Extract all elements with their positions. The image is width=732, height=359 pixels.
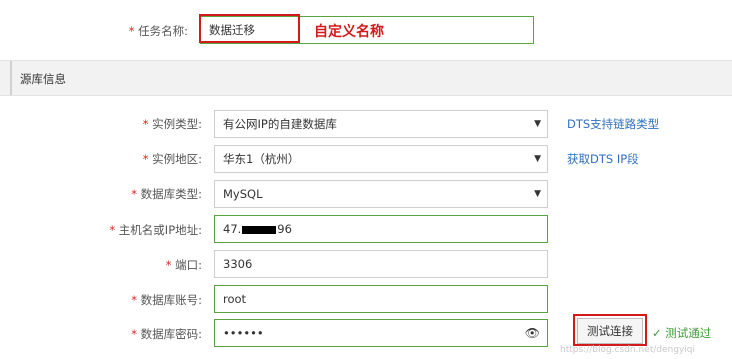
host-label: * 主机名或IP地址: xyxy=(109,223,202,237)
get-dts-ip-link[interactable]: 获取DTS IP段 xyxy=(567,151,639,167)
task-name-label: * 任务名称: xyxy=(128,24,188,38)
port-input[interactable]: 3306 xyxy=(214,250,548,278)
db-type-select[interactable]: MySQL ▼ xyxy=(214,180,548,208)
required-mark: * xyxy=(128,24,135,38)
instance-type-label: * 实例类型: xyxy=(142,117,202,131)
account-label: * 数据库账号: xyxy=(131,293,202,307)
password-label: * 数据库密码: xyxy=(131,327,202,341)
chevron-down-icon: ▼ xyxy=(534,154,541,164)
instance-type-select[interactable]: 有公网IP的自建数据库 ▼ xyxy=(214,110,548,138)
highlight-box-test-button xyxy=(573,314,647,346)
annotation-custom-name: 自定义名称 xyxy=(314,24,384,40)
source-db-section-header: 源库信息 xyxy=(0,60,732,96)
region-select[interactable]: 华东1（杭州） ▼ xyxy=(214,145,548,173)
section-title: 源库信息 xyxy=(20,72,66,86)
highlight-box-task-name xyxy=(199,14,300,43)
watermark: https://blog.csdn.net/dengyiqi xyxy=(560,345,695,355)
test-status: ✓ 测试通过 xyxy=(652,326,712,340)
section-accent xyxy=(10,61,12,95)
dts-link-types-link[interactable]: DTS支持链路类型 xyxy=(567,116,659,132)
account-input[interactable]: root xyxy=(214,285,548,313)
port-label: * 端口: xyxy=(165,258,202,272)
chevron-down-icon: ▼ xyxy=(534,189,541,199)
host-input[interactable]: 47. 96 xyxy=(214,215,548,243)
check-circle-icon: ✓ xyxy=(652,326,662,340)
password-input[interactable]: •••••• 👁 xyxy=(214,319,548,347)
chevron-down-icon: ▼ xyxy=(534,119,541,129)
region-label: * 实例地区: xyxy=(142,152,202,166)
db-type-label: * 数据库类型: xyxy=(131,187,202,201)
redaction-bar xyxy=(242,225,277,234)
eye-icon[interactable]: 👁 xyxy=(525,320,540,346)
